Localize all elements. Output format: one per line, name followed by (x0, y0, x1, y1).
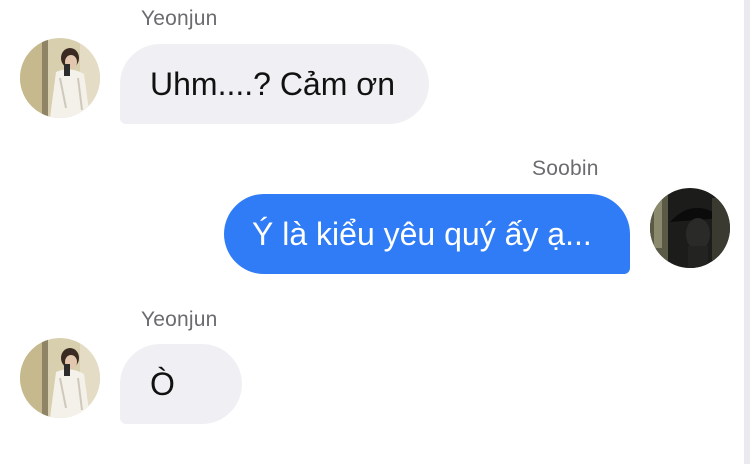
message-bubble-incoming[interactable]: Uhm....? Cảm ơn (120, 44, 430, 124)
chat-thread: Yeonjun Uhm....? Cảm ơn Soobin Ý là kiểu… (0, 0, 750, 464)
avatar-yeonjun-icon[interactable] (20, 38, 100, 118)
sender-name: Yeonjun (141, 308, 218, 331)
message-bubble-outgoing[interactable]: Ý là kiểu yêu quý ấy ạ... (224, 194, 630, 274)
message-bubble-incoming[interactable]: Ò (120, 344, 242, 424)
sender-name: Soobin (532, 157, 599, 180)
avatar-soobin-icon[interactable] (650, 188, 730, 268)
scrollbar-track[interactable] (744, 0, 750, 464)
sender-name: Yeonjun (141, 7, 218, 30)
avatar-yeonjun-icon[interactable] (20, 338, 100, 418)
